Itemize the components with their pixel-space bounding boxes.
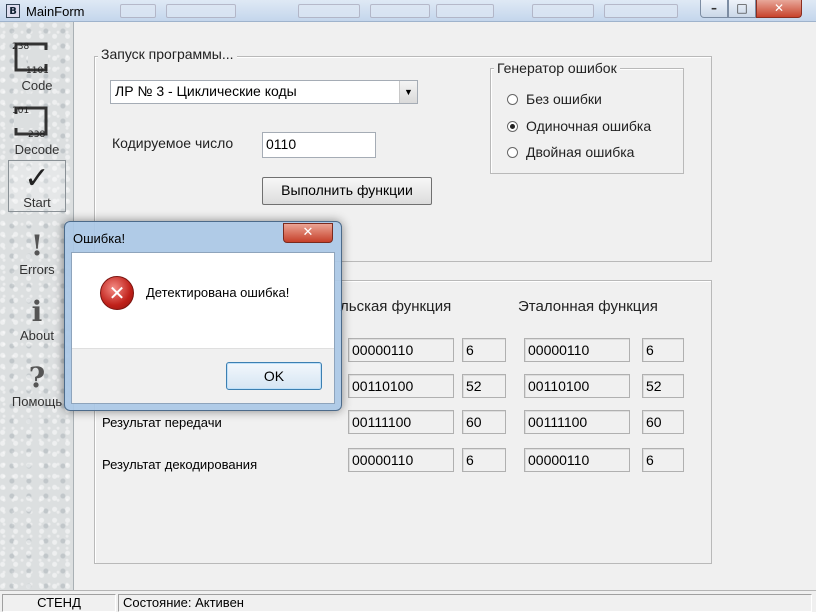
check-icon: ✓ <box>24 161 50 196</box>
background-toolbar-item <box>370 4 430 18</box>
user-binary-field: 00000110 <box>348 338 454 362</box>
sidebar-item-label: Code <box>21 78 53 93</box>
sidebar-item-label: Decode <box>14 142 60 157</box>
app-icon: B <box>6 4 20 18</box>
code-icon-top-number: 238 <box>12 42 29 52</box>
status-bar: СТЕНД Состояние: Активен <box>0 590 816 612</box>
radio-single-error[interactable]: Одиночная ошибка <box>507 118 677 136</box>
maximize-button[interactable]: □ <box>728 0 756 18</box>
decode-icon-bottom-number: 238 <box>28 130 45 140</box>
decode-icon: 101 238 <box>12 106 48 140</box>
radio-label: Двойная ошибка <box>526 144 635 160</box>
reference-decimal-field: 60 <box>642 410 684 434</box>
sidebar-item-about[interactable]: i About <box>8 294 66 346</box>
radio-circle-selected[interactable] <box>507 121 518 132</box>
reference-binary-field: 00110100 <box>524 374 630 398</box>
reference-decimal-field: 52 <box>642 374 684 398</box>
minimize-button[interactable]: – <box>700 0 728 18</box>
radio-no-error[interactable]: Без ошибки <box>507 91 677 109</box>
radio-circle[interactable] <box>507 94 518 105</box>
reference-binary-field: 00111100 <box>524 410 630 434</box>
reference-function-header: Эталонная функция <box>518 298 658 315</box>
sidebar-item-help[interactable]: ? Помощь <box>4 360 70 412</box>
question-icon: ? <box>28 361 46 394</box>
error-generator-legend: Генератор ошибок <box>494 60 620 76</box>
status-mode: СТЕНД <box>2 594 116 612</box>
sidebar-item-label: Помощь <box>11 394 63 409</box>
program-select-value: ЛР № 3 - Циклические коды <box>115 83 297 99</box>
user-binary-field: 00111100 <box>348 410 454 434</box>
reference-decimal-field: 6 <box>642 338 684 362</box>
window-title: MainForm <box>26 4 85 19</box>
background-toolbar-item <box>532 4 594 18</box>
user-decimal-field: 6 <box>462 338 506 362</box>
error-dialog: Ошибка! ✕ ✕ Детектирована ошибка! OK <box>64 221 342 411</box>
reference-decimal-field: 6 <box>642 448 684 472</box>
sidebar-item-start[interactable]: ✓ Start <box>8 160 66 212</box>
decode-icon-top-number: 101 <box>12 106 29 116</box>
encoded-number-input[interactable]: 0110 <box>262 132 376 158</box>
user-binary-field: 00000110 <box>348 448 454 472</box>
dialog-close-button[interactable]: ✕ <box>283 223 333 243</box>
title-bar: B MainForm – □ ✕ <box>0 0 816 22</box>
close-button[interactable]: ✕ <box>756 0 802 18</box>
transmission-result-label: Результат передачи <box>102 415 222 430</box>
program-select[interactable]: ЛР № 3 - Циклические коды ▼ <box>110 80 418 104</box>
decoding-result-label: Результат декодирования <box>102 457 258 472</box>
sidebar-item-label: About <box>20 328 54 343</box>
encoded-number-label: Кодируемое число <box>112 135 234 151</box>
sidebar-item-label: Start <box>23 195 51 210</box>
sidebar-item-errors[interactable]: ! Errors <box>8 228 66 280</box>
sidebar-item-label: Errors <box>19 262 55 277</box>
user-decimal-field: 60 <box>462 410 506 434</box>
run-functions-button[interactable]: Выполнить функции <box>262 177 432 205</box>
launch-group-legend: Запуск программы... <box>98 46 237 62</box>
radio-double-error[interactable]: Двойная ошибка <box>507 144 677 162</box>
info-icon: i <box>31 295 43 328</box>
user-decimal-field: 52 <box>462 374 506 398</box>
sidebar-item-decode[interactable]: 101 238 Decode <box>8 100 66 162</box>
dialog-message: Детектирована ошибка! <box>146 285 290 300</box>
status-state: Состояние: Активен <box>118 594 812 612</box>
error-icon: ✕ <box>100 276 134 310</box>
chevron-down-icon[interactable]: ▼ <box>399 81 417 103</box>
dialog-title: Ошибка! <box>73 231 126 246</box>
user-binary-field: 00110100 <box>348 374 454 398</box>
radio-label: Одиночная ошибка <box>526 118 652 134</box>
exclamation-icon: ! <box>30 229 44 262</box>
code-icon-bottom-number: 1101 <box>26 66 49 76</box>
user-decimal-field: 6 <box>462 448 506 472</box>
background-toolbar-item <box>436 4 494 18</box>
radio-label: Без ошибки <box>526 91 602 107</box>
ok-button[interactable]: OK <box>226 362 322 390</box>
background-toolbar-item <box>604 4 678 18</box>
code-icon: 238 1101 <box>12 42 49 76</box>
user-function-header: льская функция <box>340 298 452 315</box>
sidebar-item-code[interactable]: 238 1101 Code <box>8 36 66 98</box>
radio-circle[interactable] <box>507 147 518 158</box>
reference-binary-field: 00000110 <box>524 338 630 362</box>
sidebar: 238 1101 Code 101 238 Decode ✓ Start ! E… <box>0 22 74 590</box>
reference-binary-field: 00000110 <box>524 448 630 472</box>
background-toolbar-item <box>166 4 236 18</box>
background-toolbar-item <box>120 4 156 18</box>
background-toolbar-item <box>298 4 360 18</box>
dialog-body: ✕ Детектирована ошибка! OK <box>71 252 335 404</box>
